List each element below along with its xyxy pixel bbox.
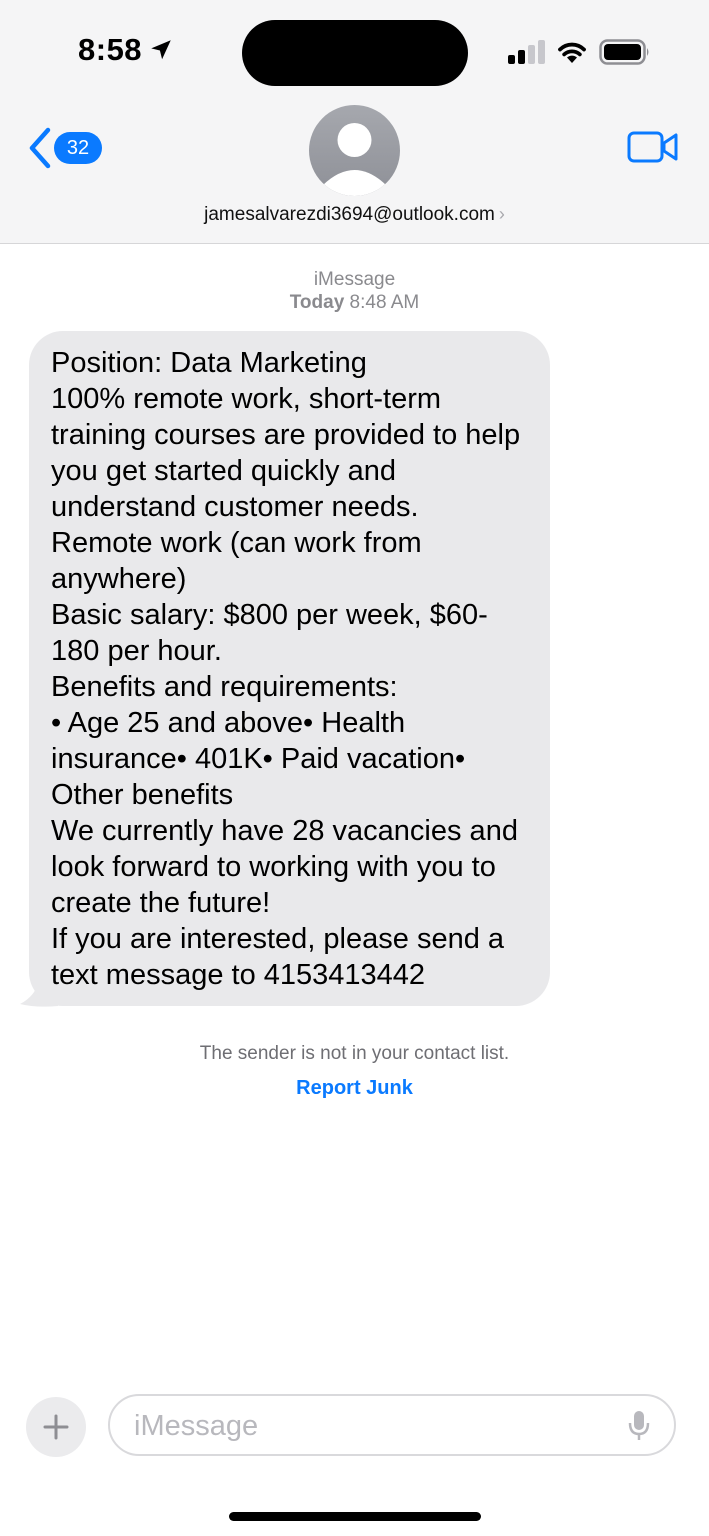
contact-avatar[interactable] [309, 105, 400, 196]
message-input[interactable] [132, 1406, 616, 1446]
service-label: iMessage [313, 269, 396, 290]
plus-icon [43, 1414, 69, 1440]
person-avatar-icon [323, 123, 386, 196]
video-camera-icon[interactable] [627, 130, 679, 164]
contact-name-button[interactable]: jamesalvarezdi3694@outlook.com › [0, 204, 709, 226]
navigation-header: 8:58 32 jamesalvarezdi3694@outlook.com › [0, 0, 709, 244]
chevron-right-icon: › [498, 204, 505, 224]
contact-address: jamesalvarezdi3694@outlook.com [204, 204, 495, 225]
home-indicator[interactable] [229, 1512, 481, 1521]
status-time: 8:58 [78, 32, 174, 68]
sender-not-in-contacts-note: The sender is not in your contact list. [199, 1043, 510, 1064]
microphone-icon[interactable] [628, 1410, 650, 1442]
timestamp-time: 8:48 AM [349, 292, 420, 313]
wifi-icon [558, 42, 586, 63]
report-junk-link[interactable]: Report Junk [0, 1077, 709, 1100]
location-arrow-icon [151, 40, 171, 60]
message-input-container [108, 1394, 676, 1456]
battery-icon [599, 39, 649, 65]
message-meta: iMessage Today 8:48 AM [0, 268, 709, 314]
dynamic-island [242, 20, 468, 86]
cellular-signal-icon [508, 40, 545, 64]
back-chevron-icon [29, 127, 51, 169]
apps-plus-button[interactable] [26, 1397, 86, 1457]
unread-count-badge: 32 [54, 132, 102, 164]
status-time-text: 8:58 [78, 32, 143, 67]
back-button[interactable]: 32 [26, 126, 102, 170]
timestamp: Today 8:48 AM [0, 291, 709, 314]
timestamp-day: Today [289, 292, 345, 313]
incoming-message-bubble[interactable]: Position: Data Marketing 100% remote wor… [29, 331, 550, 1006]
